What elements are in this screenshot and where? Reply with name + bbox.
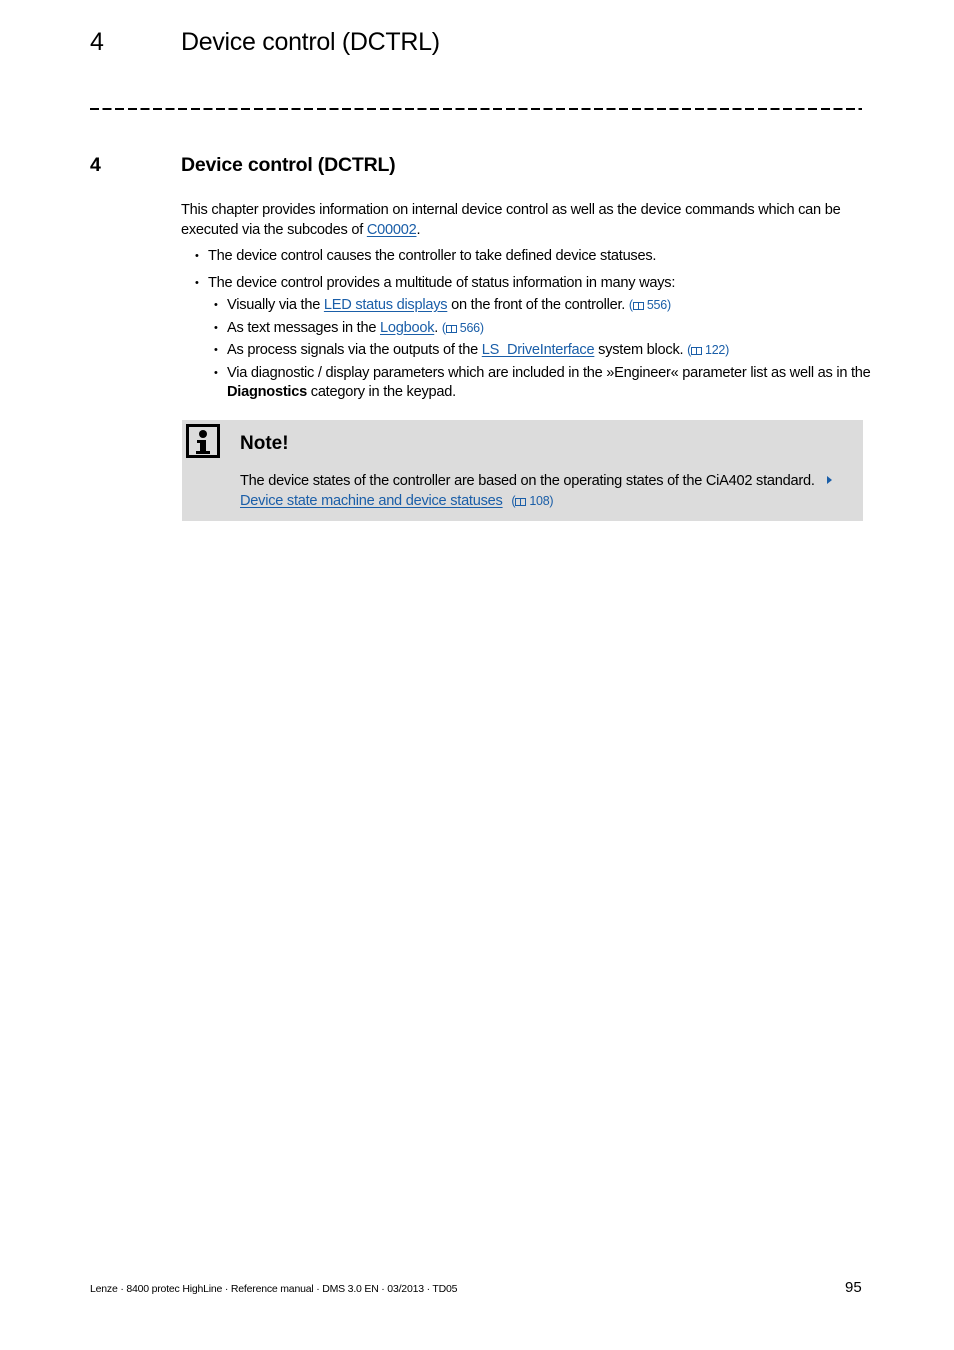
chapter-number: 4: [90, 154, 101, 176]
book-icon: [445, 324, 457, 333]
book-icon: [691, 347, 703, 355]
page-number: 95: [845, 1279, 862, 1296]
info-icon: [186, 424, 220, 458]
sub-bullet-text: As text messages in the: [227, 319, 380, 336]
c00002-link[interactable]: C00002: [367, 222, 417, 238]
sub-bullet-text: Via diagnostic / display parameters whic…: [227, 364, 871, 381]
page-ref-link[interactable]: (566): [442, 321, 484, 335]
page-ref-link[interactable]: (122): [687, 343, 729, 357]
bullet-text: The device control provides a multitude …: [208, 274, 676, 291]
list-item: The device control provides a multitude …: [181, 274, 871, 403]
book-icon: [515, 497, 527, 506]
bullet-list: The device control causes the controller…: [181, 247, 871, 403]
sub-bullet-text: category in the keypad.: [306, 384, 456, 400]
header-divider: [90, 108, 862, 110]
intro-period: .: [416, 221, 421, 238]
device-state-machine-link[interactable]: Device state machine and device statuses: [240, 493, 503, 509]
sub-bullet-list: Visually via the LED status displays on …: [208, 296, 871, 403]
sub-bullet-text: system block.: [594, 342, 688, 358]
sub-bullet-text: Visually via the: [227, 297, 324, 313]
running-header-number: 4: [90, 28, 104, 56]
page-ref-number: 122: [705, 343, 726, 357]
ls-driveinterface-link[interactable]: LS_DriveInterface: [482, 342, 595, 358]
page-ref-number: 556: [646, 298, 667, 312]
list-item: Via diagnostic / display parameters whic…: [181, 364, 871, 403]
intro-paragraph: This chapter provides information on int…: [181, 201, 871, 240]
chapter-title: Device control (DCTRL): [181, 154, 396, 176]
list-item: As process signals via the outputs of th…: [181, 341, 871, 361]
page-ref-link[interactable]: (108): [511, 494, 553, 508]
list-item: The device control causes the controller…: [181, 247, 871, 267]
page-ref-link[interactable]: (556): [629, 298, 671, 312]
footer-text: Lenze · 8400 protec HighLine · Reference…: [90, 1283, 458, 1295]
sub-bullet-text: on the front of the controller.: [447, 297, 629, 313]
note-box: Note! The device states of the controlle…: [182, 420, 863, 521]
page-ref-number: 566: [459, 320, 480, 335]
chapter-body: This chapter provides information on int…: [181, 201, 871, 410]
note-text: The device states of the controller are …: [240, 472, 850, 511]
diagnostics-bold: Diagnostics: [227, 384, 307, 400]
bullet-text: The device control causes the controller…: [208, 248, 657, 264]
running-header-title: Device control (DCTRL): [181, 28, 440, 56]
book-icon: [632, 302, 644, 310]
list-item: Visually via the LED status displays on …: [181, 296, 871, 316]
logbook-link[interactable]: Logbook: [380, 320, 435, 336]
intro-text: This chapter provides information on int…: [181, 202, 841, 238]
list-item: As text messages in the Logbook. (566): [181, 319, 871, 339]
led-status-displays-link[interactable]: LED status displays: [324, 297, 448, 313]
page-ref-number: 108: [529, 493, 550, 508]
sub-bullet-text: .: [434, 319, 442, 336]
sub-bullet-text: As process signals via the outputs of th…: [227, 342, 482, 358]
note-body: The device states of the controller are …: [240, 473, 815, 489]
note-title: Note!: [240, 433, 289, 454]
arrow-right-icon: [827, 476, 833, 484]
